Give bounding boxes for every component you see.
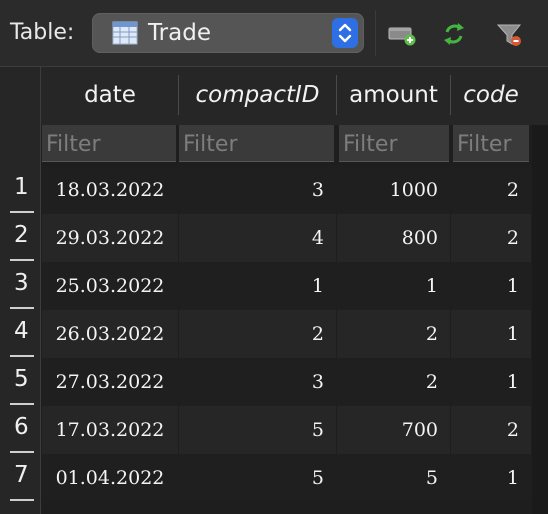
row-number[interactable]: 7 [0, 454, 40, 502]
table-label: Table: [10, 20, 75, 45]
table-cell-date[interactable]: 26.03.2022 [42, 310, 178, 358]
row-number-label: 2 [14, 222, 29, 248]
refresh-icon[interactable] [438, 18, 470, 50]
row-separator [10, 355, 34, 357]
table-cell-compactid[interactable]: 2 [179, 310, 336, 358]
table-cell-date[interactable]: 29.03.2022 [42, 214, 178, 262]
filter-amount[interactable] [339, 125, 449, 162]
table-cell-amount[interactable]: 1 [337, 262, 450, 310]
table-cell-amount[interactable]: 5 [337, 454, 450, 502]
row-number[interactable]: 6 [0, 406, 40, 454]
new-record-icon[interactable] [386, 18, 418, 50]
table-cell-amount[interactable]: 2 [337, 310, 450, 358]
row-number[interactable]: 5 [0, 358, 40, 406]
row-separator [10, 259, 34, 261]
row-number[interactable]: 2 [0, 214, 40, 262]
table-cell-amount[interactable]: 1000 [337, 166, 450, 214]
row-number-label: 5 [14, 366, 29, 392]
table-cell-compactid[interactable]: 5 [179, 406, 336, 454]
table-cell-code[interactable]: 1 [451, 358, 531, 406]
filter-date-input[interactable] [42, 125, 176, 161]
filter-compactid[interactable] [179, 125, 334, 162]
table-cell-date[interactable]: 18.03.2022 [42, 166, 178, 214]
table-cell-amount[interactable]: 700 [337, 406, 450, 454]
table-cell-compactid[interactable]: 4 [179, 214, 336, 262]
table-cell-compactid[interactable]: 5 [179, 454, 336, 502]
table-cell-code[interactable]: 2 [451, 214, 531, 262]
filter-code[interactable] [453, 125, 529, 162]
filter-amount-input[interactable] [339, 125, 449, 161]
grid-line [40, 67, 41, 514]
table-cell-compactid[interactable]: 3 [179, 358, 336, 406]
data-grid: date compactID amount code 118.03.202231… [0, 67, 548, 514]
row-separator [10, 307, 34, 309]
table-cell-amount[interactable]: 800 [337, 214, 450, 262]
row-number-label: 7 [14, 462, 29, 488]
row-number[interactable]: 4 [0, 310, 40, 358]
column-header-date[interactable]: date [42, 75, 179, 115]
filter-code-input[interactable] [453, 125, 529, 161]
table-cell-compactid[interactable]: 3 [179, 166, 336, 214]
column-header-code[interactable]: code [451, 75, 531, 115]
chevron-updown-icon [338, 23, 352, 43]
table-cell-code[interactable]: 2 [451, 166, 531, 214]
row-number-label: 1 [14, 174, 29, 200]
row-separator [10, 499, 34, 501]
filter-compactid-input[interactable] [179, 125, 334, 161]
table-cell-code[interactable]: 1 [451, 262, 531, 310]
row-separator [10, 403, 34, 405]
column-header-amount[interactable]: amount [337, 75, 451, 115]
table-cell-date[interactable]: 27.03.2022 [42, 358, 178, 406]
column-header-compactid[interactable]: compactID [179, 75, 337, 115]
table-cell-date[interactable]: 17.03.2022 [42, 406, 178, 454]
select-stepper[interactable] [332, 18, 358, 48]
table-select[interactable]: Trade [92, 13, 364, 53]
table-cell-amount[interactable]: 2 [337, 358, 450, 406]
row-number-label: 3 [14, 270, 29, 296]
filter-date[interactable] [42, 125, 176, 162]
table-cell-code[interactable]: 2 [451, 406, 531, 454]
table-cell-date[interactable]: 01.04.2022 [42, 454, 178, 502]
toolbar-divider [375, 10, 376, 56]
row-number-label: 4 [14, 318, 29, 344]
table-cell-compactid[interactable]: 1 [179, 262, 336, 310]
scrollbar-track[interactable] [532, 125, 548, 514]
row-separator [10, 451, 34, 453]
table-cell-code[interactable]: 1 [451, 454, 531, 502]
row-number[interactable]: 1 [0, 166, 40, 214]
table-icon [112, 21, 138, 45]
table-cell-date[interactable]: 25.03.2022 [42, 262, 178, 310]
clear-filters-icon[interactable] [494, 18, 526, 50]
row-separator [10, 211, 34, 213]
row-number-label: 6 [14, 414, 29, 440]
row-number[interactable]: 3 [0, 262, 40, 310]
table-cell-code[interactable]: 1 [451, 310, 531, 358]
toolbar: Table: Trade [0, 0, 548, 67]
selected-table-name: Trade [148, 20, 211, 46]
